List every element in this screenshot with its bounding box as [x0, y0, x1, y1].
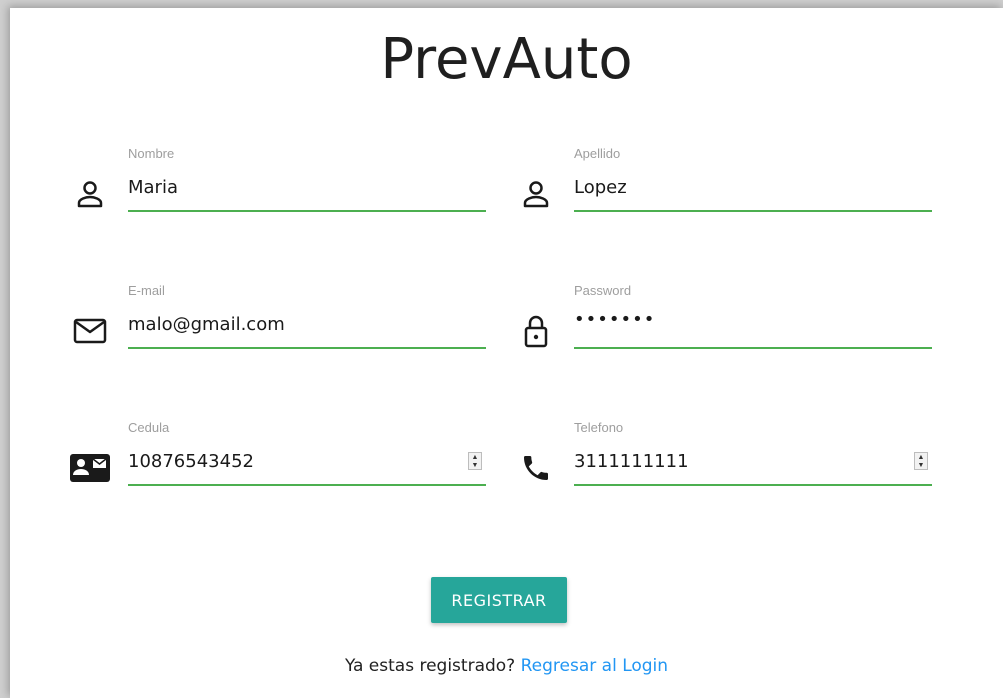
spin-down-icon[interactable]: ▼ [469, 461, 481, 469]
email-underline [128, 347, 486, 349]
telefono-spinner[interactable]: ▲ ▼ [914, 452, 928, 470]
spin-up-icon[interactable]: ▲ [915, 453, 927, 461]
register-button[interactable]: REGISTRAR [431, 577, 567, 623]
lock-icon [516, 311, 556, 351]
telefono-input[interactable] [574, 446, 930, 476]
mail-icon [70, 311, 110, 351]
telefono-label: Telefono [574, 420, 624, 435]
contact-card-icon [70, 448, 110, 488]
nombre-field-group: Nombre [70, 146, 486, 226]
password-label: Password [574, 283, 632, 298]
apellido-field-group: Apellido [516, 146, 932, 226]
password-underline [574, 347, 932, 349]
apellido-input[interactable] [574, 172, 930, 202]
spin-down-icon[interactable]: ▼ [915, 461, 927, 469]
phone-icon [516, 448, 556, 488]
email-input[interactable] [128, 309, 484, 339]
email-field-group: E-mail [70, 283, 486, 363]
cedula-underline [128, 484, 486, 486]
register-card: PrevAuto Nombre Apellido [10, 8, 1003, 698]
apellido-label: Apellido [574, 146, 621, 161]
spin-up-icon[interactable]: ▲ [469, 453, 481, 461]
password-input[interactable]: ••••••• [574, 309, 930, 339]
page-title: PrevAuto [380, 27, 633, 92]
nombre-underline [128, 210, 486, 212]
cedula-field-group: Cedula ▲ ▼ [70, 420, 486, 500]
nombre-input[interactable] [128, 172, 484, 202]
back-to-login-link[interactable]: Regresar al Login [521, 656, 668, 676]
cedula-spinner[interactable]: ▲ ▼ [468, 452, 482, 470]
login-prompt: Ya estas registrado? Regresar al Login [10, 656, 1003, 676]
telefono-field-group: Telefono ▲ ▼ [516, 420, 932, 500]
apellido-underline [574, 210, 932, 212]
person-icon [70, 174, 110, 214]
nombre-label: Nombre [128, 146, 175, 161]
password-field-group: Password ••••••• [516, 283, 932, 363]
person-icon [516, 174, 556, 214]
email-label: E-mail [128, 283, 165, 298]
cedula-input[interactable] [128, 446, 484, 476]
cedula-label: Cedula [128, 420, 170, 435]
login-prompt-text: Ya estas registrado? [344, 656, 521, 676]
telefono-underline [574, 484, 932, 486]
